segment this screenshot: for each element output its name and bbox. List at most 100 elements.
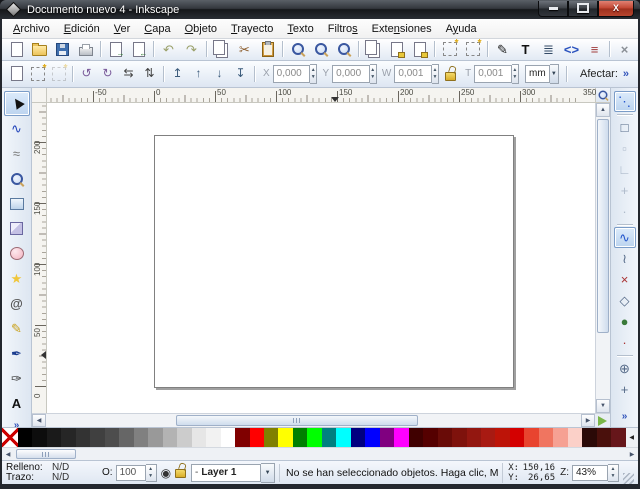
rotate-90-cw[interactable]: ↻ <box>97 63 118 85</box>
menu-ver[interactable]: Ver <box>107 21 138 37</box>
snap-bbox-edges[interactable]: ▫ <box>614 138 636 159</box>
menu-objeto[interactable]: Objeto <box>178 21 224 37</box>
palette-strip-arrow[interactable]: ◀ <box>626 428 638 447</box>
tool-node-editor[interactable]: ∿ <box>4 116 30 141</box>
opacity-spinner[interactable]: ▲▼ <box>146 464 157 482</box>
palette-swatch[interactable] <box>307 428 321 447</box>
palette-scroll-right-button[interactable]: ▶ <box>626 448 638 460</box>
resize-grip[interactable] <box>623 473 634 484</box>
menu-trayecto[interactable]: Trayecto <box>224 21 280 37</box>
palette-swatch[interactable] <box>322 428 336 447</box>
lock-ratio-toggle[interactable] <box>445 72 456 81</box>
zoom-to-drawing[interactable] <box>309 38 332 60</box>
tool-3d-box[interactable] <box>4 216 30 241</box>
vscroll-track[interactable] <box>596 117 610 399</box>
xml-editor[interactable]: <> <box>560 38 583 60</box>
tool-tweak[interactable]: ≈ <box>4 141 30 166</box>
menu-filtros[interactable]: Filtros <box>321 21 365 37</box>
flip-horizontal[interactable]: ⇆ <box>118 63 139 85</box>
palette-scroll-left-button[interactable]: ◀ <box>2 448 14 460</box>
select-all-layers[interactable] <box>27 63 48 85</box>
palette-swatch[interactable] <box>18 428 32 447</box>
palette-swatch[interactable] <box>423 428 437 447</box>
rotate-90-ccw[interactable]: ↺ <box>76 63 97 85</box>
snap-paths[interactable]: ≀ <box>614 248 636 269</box>
menu-capa[interactable]: Capa <box>137 21 177 37</box>
palette-swatch[interactable] <box>495 428 509 447</box>
print-document[interactable] <box>74 38 97 60</box>
raise-to-top[interactable]: ↥ <box>167 63 188 85</box>
text-dialog[interactable]: T <box>514 38 537 60</box>
cut[interactable]: ✂ <box>233 38 256 60</box>
palette-swatch[interactable] <box>582 428 596 447</box>
fill-stroke-dialog[interactable]: ✎ <box>491 38 514 60</box>
width-field[interactable]: 0,001 <box>394 65 431 83</box>
tool-ellipse[interactable] <box>4 241 30 266</box>
palette-swatch[interactable] <box>510 428 524 447</box>
palette-swatch[interactable] <box>177 428 191 447</box>
palette-swatch[interactable] <box>90 428 104 447</box>
vertical-scrollbar[interactable]: ▲ ▼ <box>595 103 610 413</box>
palette-swatch[interactable] <box>235 428 249 447</box>
layer-current[interactable]: - Layer 1 <box>191 464 261 482</box>
lower-to-bottom[interactable]: ↧ <box>230 63 251 85</box>
palette-swatch[interactable] <box>105 428 119 447</box>
palette-swatch[interactable] <box>192 428 206 447</box>
export-image[interactable]: ← <box>127 38 150 60</box>
group-objects[interactable] <box>438 38 461 60</box>
horizontal-scrollbar[interactable]: ◀ ▶ <box>32 413 610 427</box>
palette-swatch[interactable] <box>524 428 538 447</box>
scroll-right-button[interactable]: ▶ <box>581 414 595 427</box>
create-clone[interactable] <box>385 38 408 60</box>
palette-scrollbar[interactable]: ◀ ▶ <box>2 447 638 460</box>
snap-cusp-nodes[interactable]: ◇ <box>614 290 636 311</box>
undo[interactable]: ↶ <box>157 38 180 60</box>
palette-swatch[interactable] <box>47 428 61 447</box>
palette-swatch[interactable] <box>206 428 220 447</box>
snap-bbox-corners[interactable]: ∟ <box>614 159 636 180</box>
palette-swatch[interactable] <box>148 428 162 447</box>
snap-bounding-box[interactable]: □ <box>614 117 636 138</box>
unit-select[interactable]: mm <box>525 65 550 83</box>
close-button[interactable]: X <box>598 1 634 17</box>
palette-swatch[interactable] <box>365 428 379 447</box>
zoom-spinner[interactable]: ▲▼ <box>608 464 619 482</box>
snap-bbox-centers[interactable]: · <box>614 201 636 222</box>
deselect[interactable] <box>48 63 69 85</box>
palette-swatch[interactable] <box>568 428 582 447</box>
minimize-button[interactable] <box>538 1 568 17</box>
palette-swatch[interactable] <box>221 428 235 447</box>
fill-stroke-indicator[interactable]: Relleno:N/D Trazo:N/D <box>6 463 102 483</box>
menu-edicion[interactable]: Edición <box>57 21 107 37</box>
import-image[interactable]: → <box>104 38 127 60</box>
copy[interactable] <box>210 38 233 60</box>
zoom-field[interactable]: 43% <box>572 465 608 481</box>
save-document[interactable] <box>51 38 74 60</box>
palette-swatch[interactable] <box>32 428 46 447</box>
canvas-viewport[interactable] <box>47 103 595 413</box>
zoom-to-page[interactable] <box>332 38 355 60</box>
palette-swatch[interactable] <box>452 428 466 447</box>
tool-pencil[interactable]: ✎ <box>4 316 30 341</box>
document-properties[interactable]: ✓ <box>636 38 640 60</box>
snap-midpoints[interactable]: · <box>614 332 636 353</box>
scroll-up-button[interactable]: ▲ <box>596 103 610 117</box>
palette-swatch[interactable] <box>293 428 307 447</box>
duplicate[interactable] <box>362 38 385 60</box>
snap-rotation-centers[interactable]: + <box>614 379 636 400</box>
menu-texto[interactable]: Texto <box>280 21 320 37</box>
palette-swatch[interactable] <box>438 428 452 447</box>
height-spinner[interactable]: ▲▼ <box>512 64 519 84</box>
layer-dropdown-button[interactable]: ▼ <box>261 463 275 483</box>
hscroll-track[interactable] <box>46 414 581 427</box>
layers-dialog[interactable]: ≣ <box>537 38 560 60</box>
tool-calligraphy[interactable]: ✑ <box>4 366 30 391</box>
raise-one-step[interactable]: ↑ <box>188 63 209 85</box>
select-all[interactable] <box>6 63 27 85</box>
snap-path-intersections[interactable]: × <box>614 269 636 290</box>
palette-swatch[interactable] <box>76 428 90 447</box>
scroll-left-button[interactable]: ◀ <box>32 414 46 427</box>
palette-swatch[interactable] <box>611 428 625 447</box>
vertical-ruler[interactable]: 200150100500 <box>32 103 47 413</box>
unlink-clone[interactable] <box>408 38 431 60</box>
